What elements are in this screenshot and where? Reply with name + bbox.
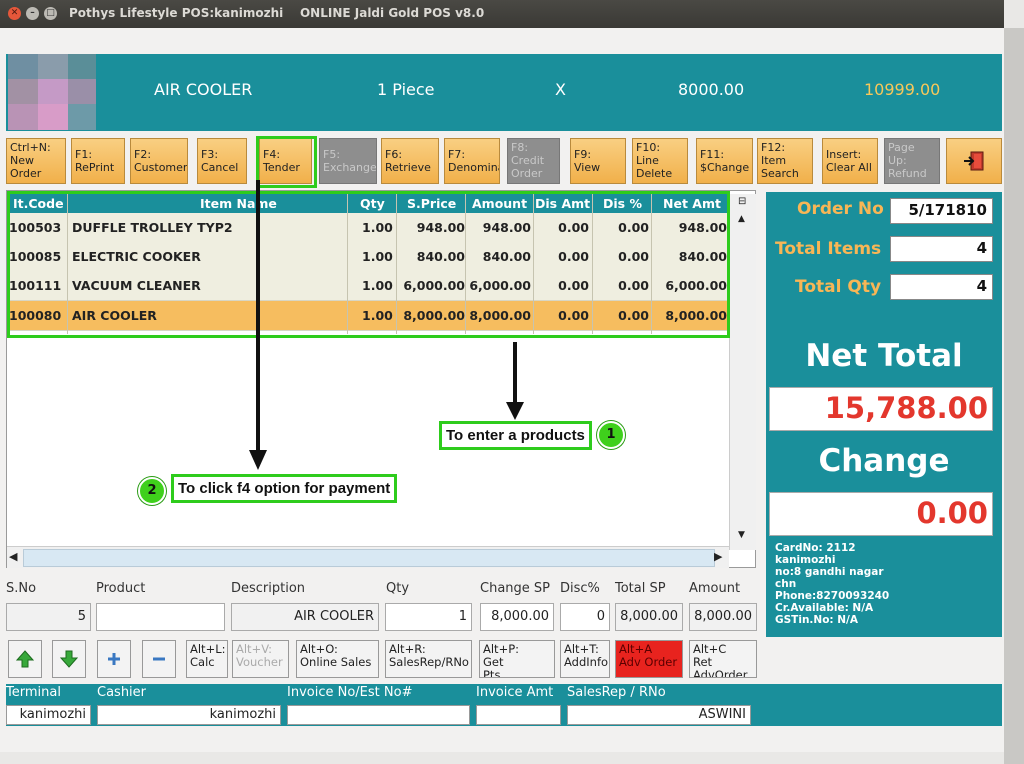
clear-all-button[interactable]: Insert: Clear All [822, 138, 878, 184]
arrow-head-2 [249, 450, 267, 470]
net-total-value: 15,788.00 [769, 387, 993, 431]
voucher-button[interactable]: Alt+V: Voucher [232, 640, 289, 678]
annotation-enter-products: To enter a products [439, 421, 592, 450]
disc-label: Disc% [560, 581, 600, 596]
change-label: Change [818, 443, 950, 479]
minimize-window-icon[interactable]: – [26, 7, 39, 20]
header-qty: 1 Piece [377, 80, 435, 99]
retrieve-button[interactable]: F6: Retrieve [381, 138, 439, 184]
arrow-up-icon [16, 650, 34, 668]
order-no-label: Order No [797, 199, 884, 219]
grid-vertical-scrollbar[interactable]: ⊟ ▲ ▼ [729, 194, 756, 550]
new-order-button[interactable]: Ctrl+N: New Order [6, 138, 66, 184]
terminal-label: Terminal [6, 685, 61, 700]
net-total-label: Net Total [805, 338, 963, 374]
credit-order-button[interactable]: F8: Credit Order [507, 138, 560, 184]
invoice-amt-value [476, 705, 561, 725]
invoice-value [287, 705, 470, 725]
sno-label: S.No [6, 581, 37, 596]
exit-door-icon [964, 151, 984, 171]
refund-button[interactable]: Page Up: Refund [884, 138, 940, 184]
annotation-click-f4: To click f4 option for payment [171, 474, 398, 503]
disc-input[interactable]: 0 [560, 603, 610, 631]
window-title-bar: ✕ – □ Pothys Lifestyle POS:kanimozhi ONL… [0, 0, 1004, 28]
close-window-icon[interactable]: ✕ [8, 7, 21, 20]
total-items-label: Total Items [775, 239, 882, 259]
invoice-amt-label: Invoice Amt [476, 685, 554, 700]
view-button[interactable]: F9: View [570, 138, 626, 184]
qty-label: Qty [386, 581, 410, 596]
move-up-button[interactable] [8, 640, 42, 678]
salesrep-value: ASWINI [567, 705, 751, 725]
total-items-value: 4 [890, 236, 993, 262]
annotation-number-1: 1 [597, 421, 625, 449]
window-title: Pothys Lifestyle POS:kanimozhi ONLINE Ja… [69, 6, 485, 20]
denomination-button[interactable]: F7: Denomination [444, 138, 500, 184]
add-qty-button[interactable] [97, 640, 131, 678]
calc-button[interactable]: Alt+L: Calc [186, 640, 228, 678]
reprint-button[interactable]: F1: RePrint [71, 138, 125, 184]
cancel-button[interactable]: F3: Cancel [197, 138, 247, 184]
change-sp-label: Change SP [480, 581, 550, 596]
online-sales-button[interactable]: Alt+O: Online Sales [296, 640, 379, 678]
column-chooser-icon[interactable]: ⊟ [738, 196, 746, 207]
header-mrp: 10999.00 [864, 80, 941, 99]
item-search-button[interactable]: F12: Item Search [757, 138, 813, 184]
customer-card-info: CardNo: 2112 kanimozhi no:8 gandhi nagar… [775, 542, 890, 626]
sno-field: 5 [6, 603, 91, 631]
arrow-head-1 [506, 402, 524, 420]
header-item-name: AIR COOLER [154, 80, 253, 99]
minus-icon [153, 657, 165, 661]
product-label: Product [96, 581, 146, 596]
store-logo [8, 54, 96, 130]
move-down-button[interactable] [52, 640, 86, 678]
line-delete-button[interactable]: F10: Line Delete [632, 138, 688, 184]
description-label: Description [231, 581, 306, 596]
invoice-label: Invoice No/Est No# [287, 685, 413, 700]
cashier-label: Cashier [97, 685, 147, 700]
salesrep-button[interactable]: Alt+R: SalesRep/RNo [385, 640, 472, 678]
desktop-edge [1004, 28, 1024, 764]
total-qty-label: Total Qty [795, 277, 882, 297]
change-button[interactable]: F11: $Change [696, 138, 753, 184]
scroll-left-icon[interactable]: ◀ [9, 550, 17, 563]
product-input[interactable] [96, 603, 225, 631]
total-qty-value: 4 [890, 274, 993, 300]
exchange-button[interactable]: F5: Exchange [319, 138, 377, 184]
terminal-value: kanimozhi [6, 705, 91, 725]
add-info-button[interactable]: Alt+T: AddInfo [560, 640, 610, 678]
description-field: AIR COOLER [231, 603, 379, 631]
get-points-button[interactable]: Alt+P: Get Pts [479, 640, 555, 678]
grid-horizontal-scrollbar[interactable]: ◀ ▶ [7, 546, 729, 568]
change-value: 0.00 [769, 492, 993, 536]
adv-order-button[interactable]: Alt+A Adv Order [615, 640, 683, 678]
total-sp-field: 8,000.00 [615, 603, 683, 631]
plus-icon [108, 653, 120, 665]
header-price: 8000.00 [678, 80, 745, 99]
header-multiply: X [555, 80, 566, 99]
annotation-number-2: 2 [138, 477, 166, 505]
scroll-down-icon[interactable]: ▼ [738, 530, 745, 540]
amount-label: Amount [689, 581, 741, 596]
amount-field: 8,000.00 [689, 603, 757, 631]
scroll-up-icon[interactable]: ▲ [738, 214, 745, 224]
cashier-value: kanimozhi [97, 705, 281, 725]
scroll-right-icon[interactable]: ▶ [714, 550, 722, 563]
salesrep-label: SalesRep / RNo [567, 685, 666, 700]
reduce-qty-button[interactable] [142, 640, 176, 678]
current-item-header: AIR COOLER 1 Piece X 8000.00 10999.00 [6, 54, 1002, 131]
logo-icon [8, 54, 96, 130]
exit-button[interactable] [946, 138, 1002, 184]
qty-input[interactable]: 1 [385, 603, 472, 631]
maximize-window-icon[interactable]: □ [44, 7, 57, 20]
scroll-thumb[interactable] [23, 549, 715, 567]
order-no-value: 5/171810 [890, 198, 993, 224]
ret-adv-order-button[interactable]: Alt+C Ret AdvOrder [689, 640, 757, 678]
customer-button[interactable]: F2: Customer [130, 138, 188, 184]
total-sp-label: Total SP [615, 581, 666, 596]
change-sp-input[interactable]: 8,000.00 [480, 603, 554, 631]
arrow-down-icon [60, 650, 78, 668]
